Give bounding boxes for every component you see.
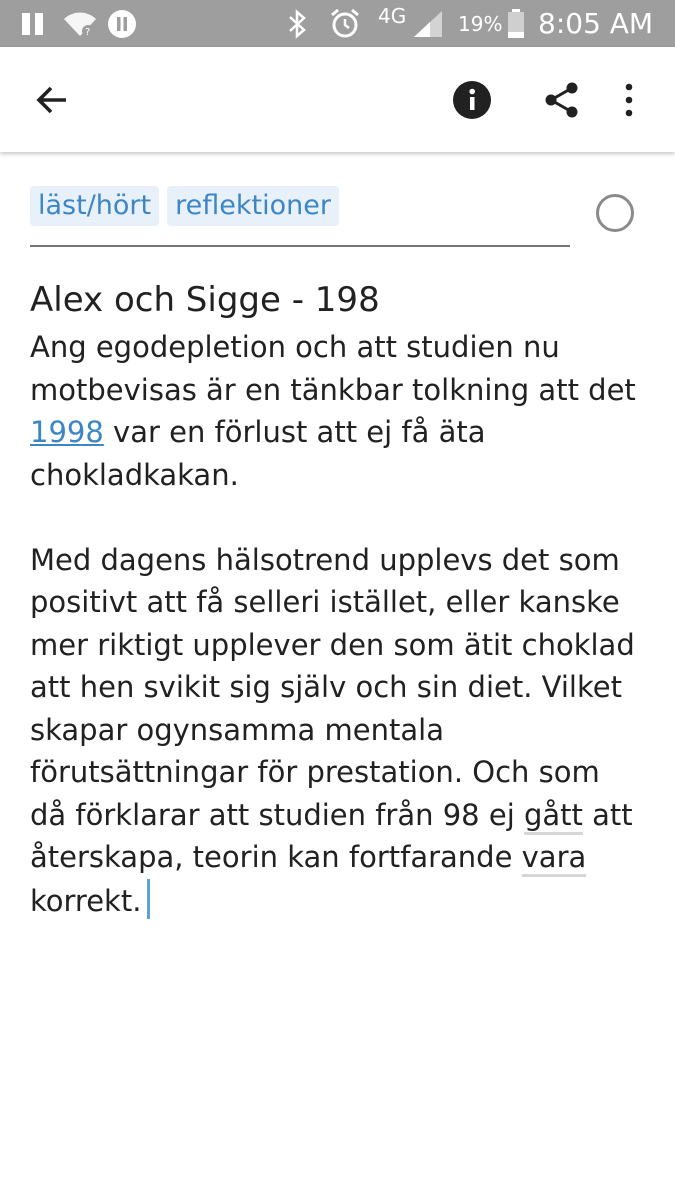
tag-list: läst/hört reflektioner [30, 186, 339, 226]
tag-divider [30, 245, 570, 247]
complete-checkbox[interactable] [596, 194, 634, 232]
tag-chip[interactable]: läst/hört [30, 186, 160, 226]
svg-text:?: ? [85, 27, 90, 38]
alarm-icon [328, 0, 362, 47]
more-options-button[interactable] [594, 47, 664, 152]
clock: 8:05 AM [538, 7, 654, 40]
share-icon [545, 82, 578, 117]
year-link[interactable]: 1998 [30, 415, 104, 449]
arrow-left-icon [36, 86, 66, 113]
battery-icon [506, 0, 526, 47]
note-title[interactable]: Alex och Sigge - 198 [30, 278, 380, 322]
share-button[interactable] [527, 47, 597, 152]
info-button[interactable] [437, 47, 507, 152]
app-toolbar [0, 47, 675, 152]
note-paragraph: Med dagens hälsotrend upplevs det som po… [30, 542, 635, 919]
tag-chip[interactable]: reflektioner [167, 186, 339, 226]
battery-percent: 19% [458, 11, 503, 36]
bluetooth-icon [282, 0, 312, 47]
pause-notification-icon [18, 0, 48, 47]
info-icon [453, 80, 491, 119]
note-paragraph: Ang egodepletion och att studien nu motb… [30, 330, 636, 492]
wifi-icon: ? [62, 0, 98, 47]
media-pause-icon [106, 0, 138, 47]
back-button[interactable] [17, 47, 87, 152]
note-body-editor[interactable]: Ang egodepletion och att studien nu motb… [30, 326, 645, 922]
spellcheck-word[interactable]: vara [521, 840, 587, 877]
text-cursor [147, 878, 151, 919]
more-vert-icon [625, 83, 633, 116]
spellcheck-word[interactable]: gått [523, 797, 583, 835]
status-bar: ? 4G 19% 8:05 AM [0, 0, 675, 47]
signal-icon [412, 0, 444, 47]
network-type-label: 4G [378, 3, 407, 28]
